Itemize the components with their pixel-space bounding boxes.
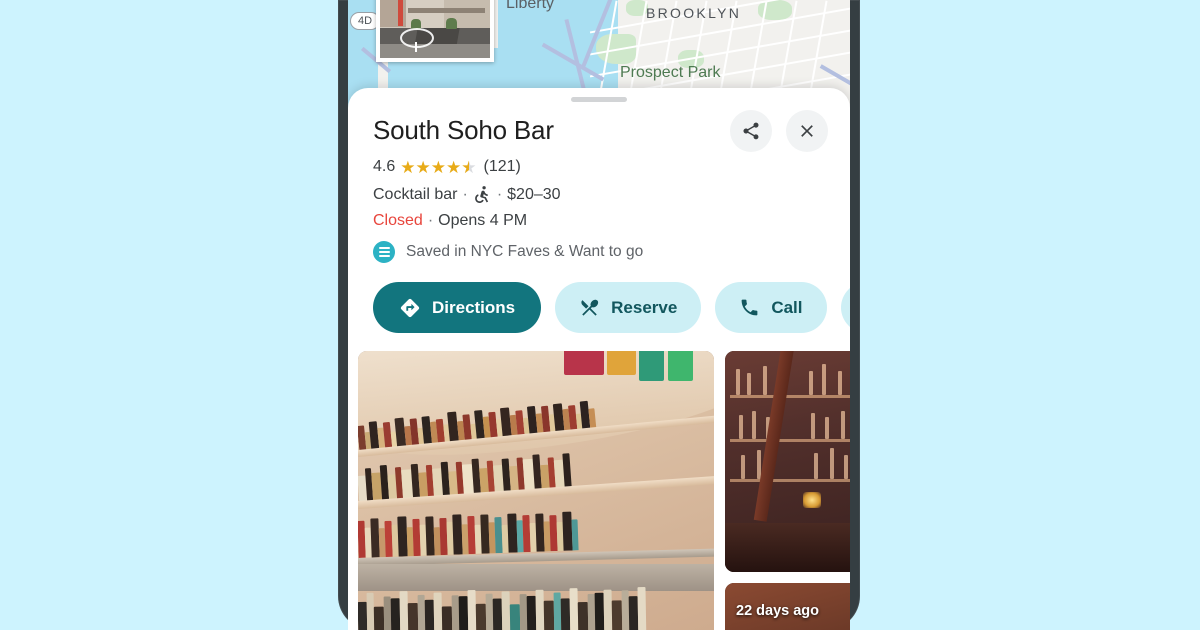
photo-bottle <box>741 454 746 480</box>
saved-row[interactable]: Saved in NYC Faves & Want to go <box>373 241 643 263</box>
next-open-time: Opens 4 PM <box>438 212 528 229</box>
directions-button[interactable]: Directions <box>373 282 542 333</box>
hours-row[interactable]: Closed · Opens 4 PM <box>373 212 527 230</box>
photo-counter <box>725 523 850 572</box>
photo-column-side: 22 days ago <box>725 351 850 630</box>
photo-bottle <box>808 370 813 396</box>
photo-bottle <box>752 410 756 440</box>
street-view-awning <box>407 7 485 14</box>
photo-artwork <box>607 351 636 375</box>
star-rating: ★ ★ ★ ★ ★ <box>400 159 476 176</box>
phone-icon <box>741 299 758 316</box>
reserve-button[interactable]: Reserve <box>555 282 702 333</box>
photo-recent[interactable]: 22 days ago <box>725 583 850 630</box>
meta-separator: · <box>462 185 468 203</box>
price-range: $20–30 <box>507 185 561 203</box>
photo-bottle <box>811 412 816 440</box>
photo-bottle-row <box>358 581 714 630</box>
rating-row[interactable]: 4.6 ★ ★ ★ ★ ★ (121) <box>373 158 521 176</box>
share-button[interactable] <box>730 110 772 152</box>
star-half-icon: ★ <box>461 159 476 176</box>
page-title: South Soho Bar <box>373 115 554 145</box>
map-label-brooklyn: BROOKLYN <box>646 5 742 21</box>
photo-artwork <box>564 351 604 375</box>
street-view-sidewalk <box>380 43 490 58</box>
rating-value: 4.6 <box>373 158 396 175</box>
photo-bottle <box>738 415 743 440</box>
street-view-compass-stem-icon <box>415 42 418 53</box>
call-button[interactable]: Call <box>715 282 827 333</box>
review-button[interactable] <box>840 282 850 333</box>
star-icon: ★ <box>415 157 431 177</box>
meta-separator-2: · <box>496 185 503 203</box>
restaurant-icon <box>581 299 599 316</box>
photo-bottle <box>830 448 835 480</box>
photo-shelf <box>730 479 850 483</box>
drag-handle[interactable] <box>571 97 627 102</box>
street-view-planter <box>446 18 457 30</box>
reserve-label: Reserve <box>611 297 678 317</box>
header-actions <box>730 110 828 152</box>
map-label-prospect-park: Prospect Park <box>620 64 721 81</box>
close-button[interactable] <box>786 110 828 152</box>
photo-bottle <box>838 370 843 396</box>
status-badge: Closed <box>373 212 423 229</box>
place-meta-row: Cocktail bar · · $20–30 <box>373 185 561 204</box>
photo-column-main <box>358 351 714 630</box>
call-label: Call <box>771 297 803 317</box>
photo-shelf <box>730 395 850 399</box>
star-icon: ★ <box>400 157 416 177</box>
street-view-thumbnail[interactable] <box>376 0 494 62</box>
action-buttons-row: Directions Reserve Call <box>373 282 850 333</box>
photo-timestamp: 22 days ago <box>736 603 820 619</box>
photo-bottle <box>841 410 846 440</box>
photo-bottle <box>824 417 829 440</box>
share-icon <box>743 122 759 140</box>
photo-artwork <box>667 351 693 381</box>
directions-icon <box>400 298 420 317</box>
photo-gallery[interactable]: 22 days ago <box>358 351 850 630</box>
street-view-pole <box>397 0 404 27</box>
photo-bar-shelves[interactable] <box>358 351 714 630</box>
place-details-card: South Soho Bar 4.6 ★ ★ ★ ★ ★ ★ (121) Coc… <box>348 88 850 630</box>
saved-list-icon <box>373 241 395 263</box>
saved-label: Saved in NYC Faves & Want to go <box>406 243 644 260</box>
review-count: (121) <box>483 158 521 175</box>
close-icon <box>801 125 813 137</box>
photo-artwork <box>639 351 665 381</box>
photo-bottle <box>822 364 827 396</box>
directions-label: Directions <box>432 297 516 317</box>
photo-bottle <box>762 366 767 396</box>
star-icon: ★ <box>430 157 446 177</box>
hours-separator: · <box>427 212 434 229</box>
photo-bottle <box>814 452 819 480</box>
photo-bottle <box>746 373 751 396</box>
photo-dim-bar[interactable] <box>725 351 850 572</box>
photo-shelf <box>730 439 850 443</box>
photo-bottle <box>843 454 848 480</box>
place-category: Cocktail bar <box>373 185 458 203</box>
star-icon: ★ <box>446 157 462 177</box>
photo-candle <box>803 492 822 509</box>
photo-bottle <box>735 368 740 396</box>
map-label-liberty: Liberty <box>506 0 555 12</box>
wheelchair-accessible-icon <box>474 186 488 203</box>
phone-screen: Liberty BROOKLYN Prospect Park Pier B 4D… <box>348 0 850 630</box>
